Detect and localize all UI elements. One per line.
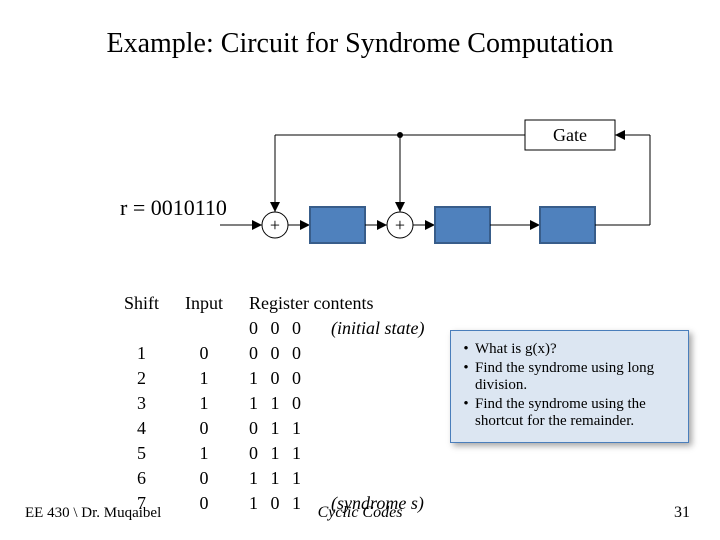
table-row: 400 1 1 bbox=[112, 417, 437, 440]
table-header-row: Shift Input Register contents bbox=[112, 292, 437, 315]
table-row: 0 0 0 (initial state) bbox=[112, 317, 437, 340]
footer-page-num: 31 bbox=[674, 504, 690, 522]
col-register: Register contents bbox=[237, 292, 437, 315]
svg-text:+: + bbox=[270, 215, 280, 235]
slide-title: Example: Circuit for Syndrome Computatio… bbox=[0, 28, 720, 60]
col-input: Input bbox=[173, 292, 235, 315]
list-item: •Find the syndrome using long division. bbox=[457, 360, 682, 394]
table-row: 100 0 0 bbox=[112, 342, 437, 365]
table-row: 211 0 0 bbox=[112, 367, 437, 390]
exercise-callout: •What is g(x)? •Find the syndrome using … bbox=[450, 330, 689, 443]
lfsr-circuit-diagram: Gate + + bbox=[110, 115, 670, 265]
gate-label: Gate bbox=[553, 125, 587, 145]
svg-text:+: + bbox=[395, 215, 405, 235]
table-row: 601 1 1 bbox=[112, 467, 437, 490]
table-row: 311 1 0 bbox=[112, 392, 437, 415]
col-shift: Shift bbox=[112, 292, 171, 315]
footer-topic: Cyclic Codes bbox=[0, 504, 720, 522]
table-row: 510 1 1 bbox=[112, 442, 437, 465]
list-item: •What is g(x)? bbox=[457, 341, 682, 358]
syndrome-shift-table: Shift Input Register contents 0 0 0 (ini… bbox=[110, 290, 439, 517]
list-item: •Find the syndrome using the shortcut fo… bbox=[457, 396, 682, 430]
